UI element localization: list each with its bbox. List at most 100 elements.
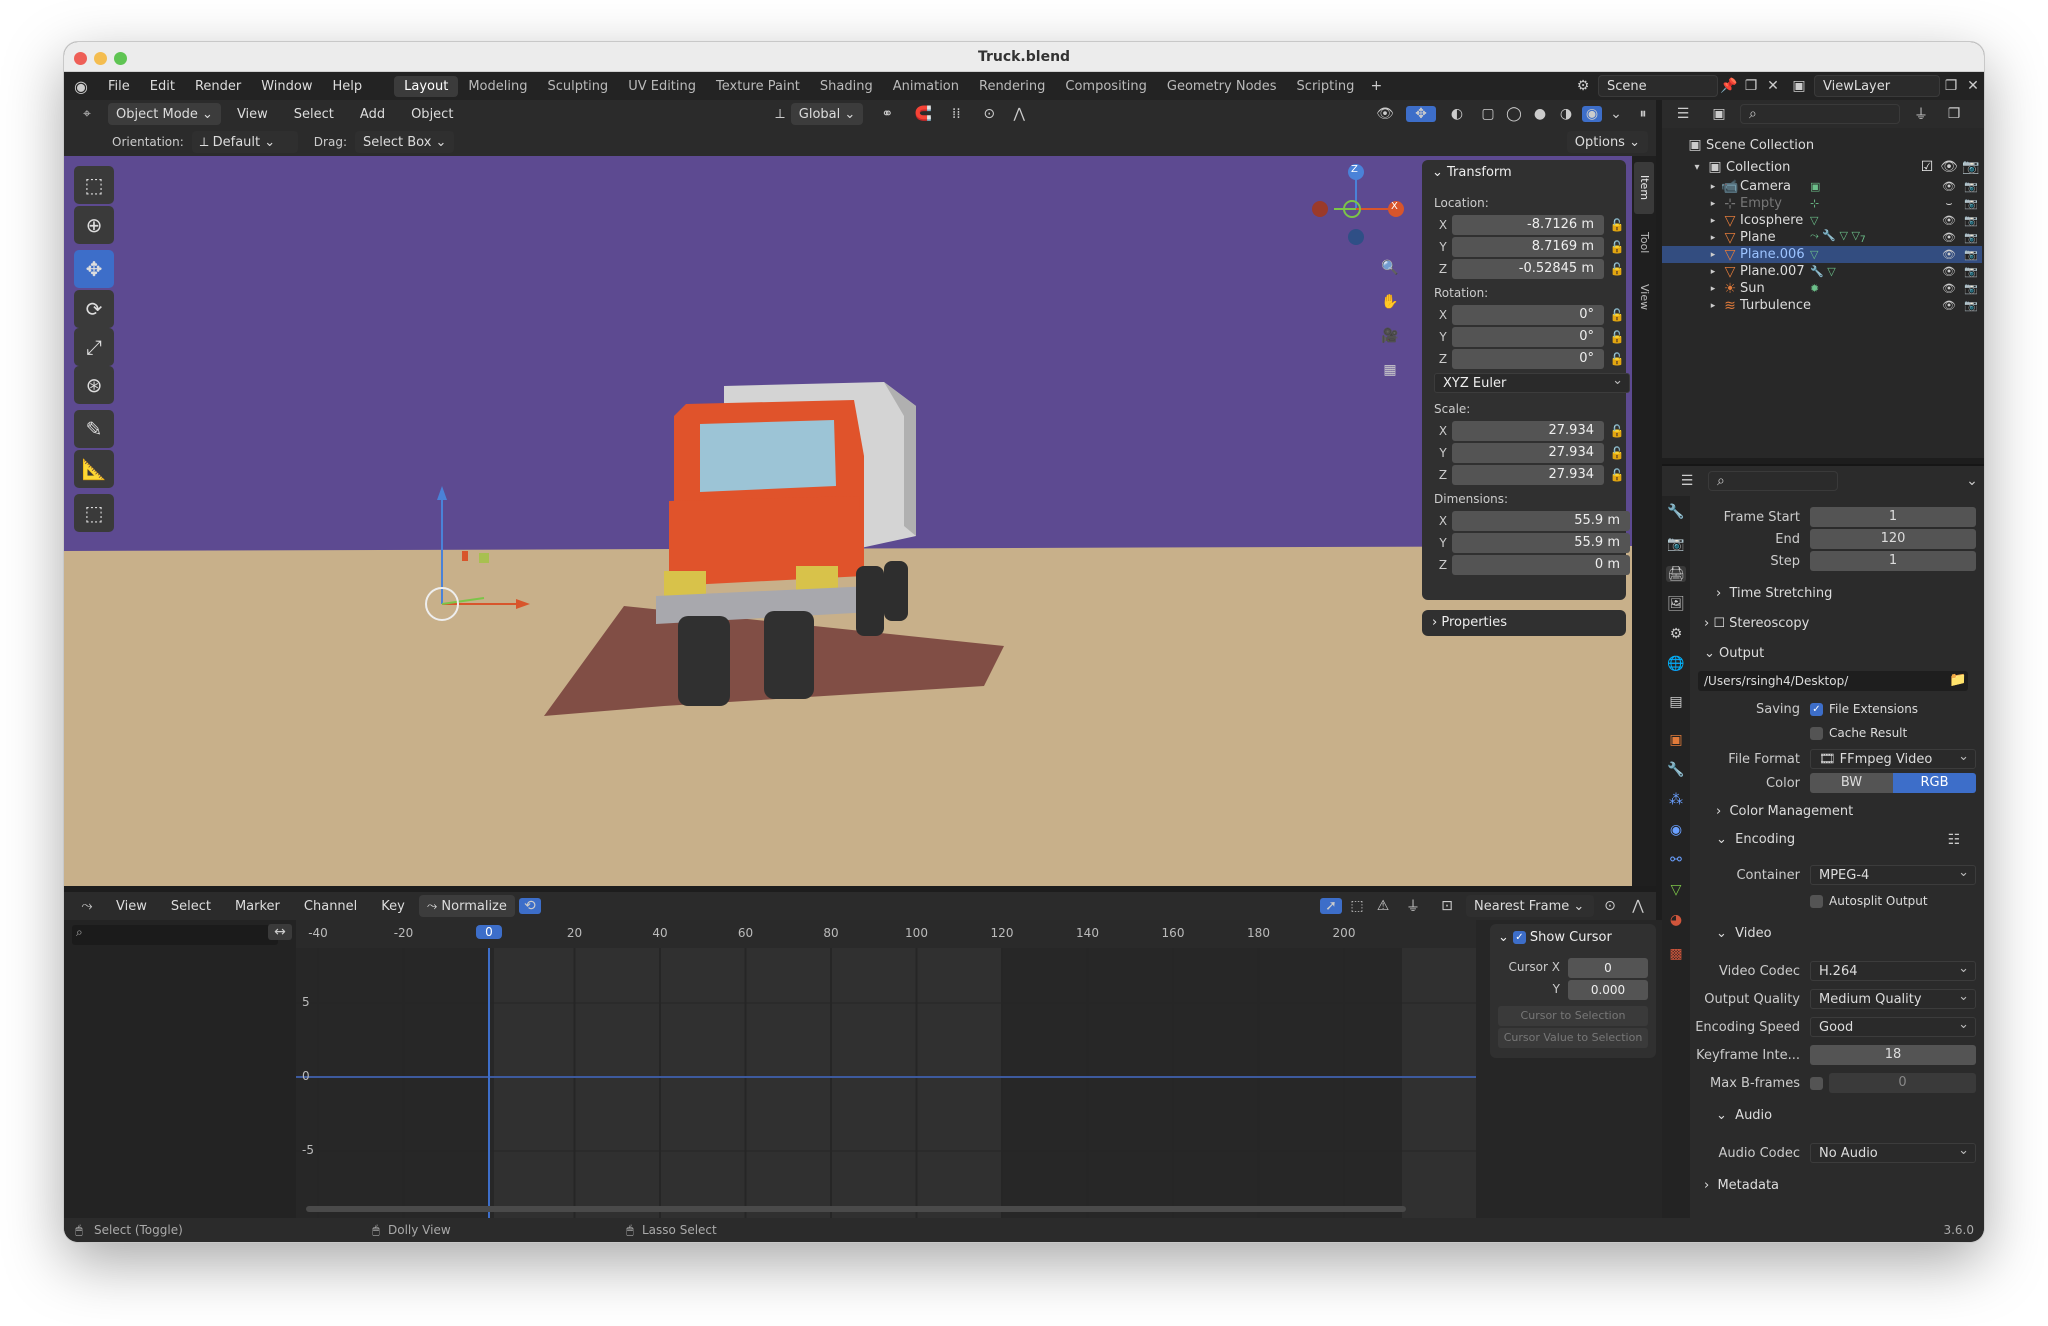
xray-icon[interactable]: ▢ [1478,106,1498,122]
max-bframes-checkbox[interactable] [1810,1076,1823,1090]
view-layer-properties-icon[interactable]: 🖼 [1666,596,1686,612]
outliner-item-camera[interactable]: ▸ 📹 Camera ▣ 👁 📷 [1662,178,1982,195]
workspace-tab-texture-paint[interactable]: Texture Paint [706,76,810,97]
shading-options-icon[interactable]: ⌄ [1608,106,1624,122]
new-scene-icon[interactable]: ❐ [1740,78,1762,94]
only-selected-icon[interactable]: ➚ [1320,898,1342,914]
viewport-menu-view[interactable]: View [227,107,278,122]
pin-scene-icon[interactable]: 📌 [1718,78,1740,94]
material-shading-icon[interactable]: ◑ [1556,106,1576,122]
rotation-y-field[interactable]: 0° [1452,327,1604,347]
encoding-presets-icon[interactable]: ☷ [1942,832,1966,848]
video-header[interactable]: ⌄ Video [1716,926,1772,941]
normalize-toggle[interactable]: ⤳ Normalize [418,895,515,917]
channel-expand-icon[interactable]: ↔ [268,924,292,940]
audio-header[interactable]: ⌄ Audio [1716,1108,1772,1123]
graph-menu-key[interactable]: Key [371,899,415,914]
only-errors-icon[interactable]: ⚠ [1372,898,1394,914]
workspace-tab-rendering[interactable]: Rendering [969,76,1055,97]
video-codec-dropdown[interactable]: H.264 [1810,959,1976,981]
physics-properties-icon[interactable]: ◉ [1666,822,1686,838]
view-layer-field[interactable]: ViewLayer [1814,75,1940,97]
encoding-header[interactable]: ⌄ Encoding [1716,832,1795,847]
graph-area[interactable]: -40 -20 0 20 40 60 80 100 120 140 160 180 200 5 0 -5 [296,920,1476,1218]
expand-arrow-icon[interactable]: ▸ [1706,301,1720,311]
outliner-item-plane-006[interactable]: ▸ ▽ Plane.006 ▽ 👁 📷 [1662,246,1982,263]
rotation-z-field[interactable]: 0° [1452,349,1604,369]
outliner-item-sun[interactable]: ▸ ☀ Sun ✹ 👁 📷 [1662,280,1982,297]
visibility-icon[interactable]: 👁 [1370,106,1400,122]
add-cube-tool-icon[interactable]: ⬚ [74,494,114,532]
sidebar-tab-tool[interactable]: Tool [1634,218,1654,268]
frame-start-field[interactable]: 1 [1810,507,1976,527]
workspace-tab-modeling[interactable]: Modeling [458,76,537,97]
camera-render-icon[interactable]: 📷 [1960,299,1982,312]
workspace-tab-geometry-nodes[interactable]: Geometry Nodes [1157,76,1287,97]
outliner-scene-collection[interactable]: ▣ Scene Collection [1662,134,1982,156]
outliner-filter-icon[interactable]: ⏚ [1906,104,1936,124]
camera-render-icon[interactable]: 📷 [1960,231,1982,244]
render-properties-icon[interactable]: 📷 [1666,536,1686,552]
auto-normalize-icon[interactable]: ⟲ [518,898,541,914]
graph-editor-type-icon[interactable]: ⤳ [72,898,102,914]
expand-arrow-icon[interactable]: ▸ [1706,250,1720,260]
graph-scrollbar[interactable] [1476,920,1486,1218]
graph-menu-channel[interactable]: Channel [294,899,367,914]
camera-render-icon[interactable]: 📷 [1960,248,1982,261]
cache-result-checkbox[interactable] [1810,726,1823,740]
workspace-tab-uv-editing[interactable]: UV Editing [618,76,706,97]
container-dropdown[interactable]: MPEG-4 [1810,863,1976,885]
expand-arrow-icon[interactable]: ▸ [1706,233,1720,243]
expand-arrow-icon[interactable]: ▸ [1706,182,1720,192]
location-y-field[interactable]: 8.7169 m [1452,237,1604,257]
scale-y-field[interactable]: 27.934 [1452,443,1604,463]
workspace-tab-layout[interactable]: Layout [394,75,459,97]
lock-location-x-icon[interactable]: 🔓 [1604,218,1630,232]
rendered-shading-icon[interactable]: ◉ [1582,106,1602,122]
proportional-editing-icon[interactable]: ⊙ [1598,898,1622,914]
output-header[interactable]: ⌄ Output [1704,646,1764,661]
gizmo-x-label[interactable]: X [1391,201,1398,212]
filters-icon[interactable]: ⏚ [1398,896,1428,916]
frame-step-field[interactable]: 1 [1810,551,1976,571]
outliner-search-input[interactable]: ⌕ [1740,104,1900,124]
outliner-item-plane-007[interactable]: ▸ ▽ Plane.007 🔧 ▽ 👁 📷 [1662,263,1982,280]
object-properties-icon[interactable]: ▣ [1666,732,1686,748]
snap-icon[interactable]: 🧲 [911,106,935,122]
scene-name-field[interactable]: Scene [1598,75,1718,97]
menu-file[interactable]: File [98,79,140,94]
output-properties-icon[interactable]: 🖨 [1666,566,1686,582]
channel-search-input[interactable]: ⌕ [72,925,278,945]
falloff-icon[interactable]: ⋀ [1007,106,1031,122]
properties-options-icon[interactable]: ⌄ [1960,473,1984,489]
properties-editor-type-icon[interactable]: ☰ [1672,473,1702,489]
cursor-y-field[interactable]: 0.000 [1568,980,1648,1000]
modifier-properties-icon[interactable]: 🔧 [1666,762,1686,778]
file-extensions-checkbox[interactable]: ✓ [1810,702,1823,716]
outliner-editor-type-icon[interactable]: ☰ [1668,106,1698,122]
particles-properties-icon[interactable]: ⁂ [1666,792,1686,808]
snap-target-icon[interactable]: ⁞⁞ [941,106,971,122]
annotate-tool-icon[interactable]: ✎ [74,410,114,448]
workspace-tab-scripting[interactable]: Scripting [1287,76,1365,97]
drag-dropdown[interactable]: Select Box ⌄ [354,131,455,153]
folder-icon[interactable]: 📁 [1946,672,1970,688]
collection-camera-icon[interactable]: 📷 [1960,159,1982,175]
output-quality-dropdown[interactable]: Medium Quality [1810,987,1976,1009]
lock-scale-x-icon[interactable]: 🔓 [1604,424,1630,438]
proportional-falloff-icon[interactable]: ⋀ [1626,898,1650,914]
location-x-field[interactable]: -8.7126 m [1452,215,1604,235]
outliner-item-empty[interactable]: ▸ ⊹ Empty ⊹ ⌣ 📷 [1662,195,1982,212]
transform-orientation-dropdown[interactable]: Global ⌄ [790,103,864,125]
snap-mode-dropdown[interactable]: Nearest Frame ⌄ [1466,895,1594,917]
menu-help[interactable]: Help [323,79,373,94]
orientation-dropdown[interactable]: ⟂ Default ⌄ [191,131,298,153]
3d-viewport[interactable]: Z X 🔍 ✋ 🎥 ▦ ⬚ ⊕ ✥ ⟳ ⤢ ⊛ ✎ 📐 ⬚ ⌄ Transfor… [64,156,1632,886]
wireframe-shading-icon[interactable]: ◯ [1504,106,1524,122]
lock-rotation-y-icon[interactable]: 🔓 [1604,330,1630,344]
transform-panel-header[interactable]: ⌄ Transform [1432,165,1512,180]
lock-rotation-x-icon[interactable]: 🔓 [1604,308,1630,322]
current-frame-indicator[interactable]: 0 [476,925,502,939]
collection-expand-icon[interactable]: ▾ [1690,162,1704,173]
camera-render-icon[interactable]: 📷 [1960,197,1982,210]
